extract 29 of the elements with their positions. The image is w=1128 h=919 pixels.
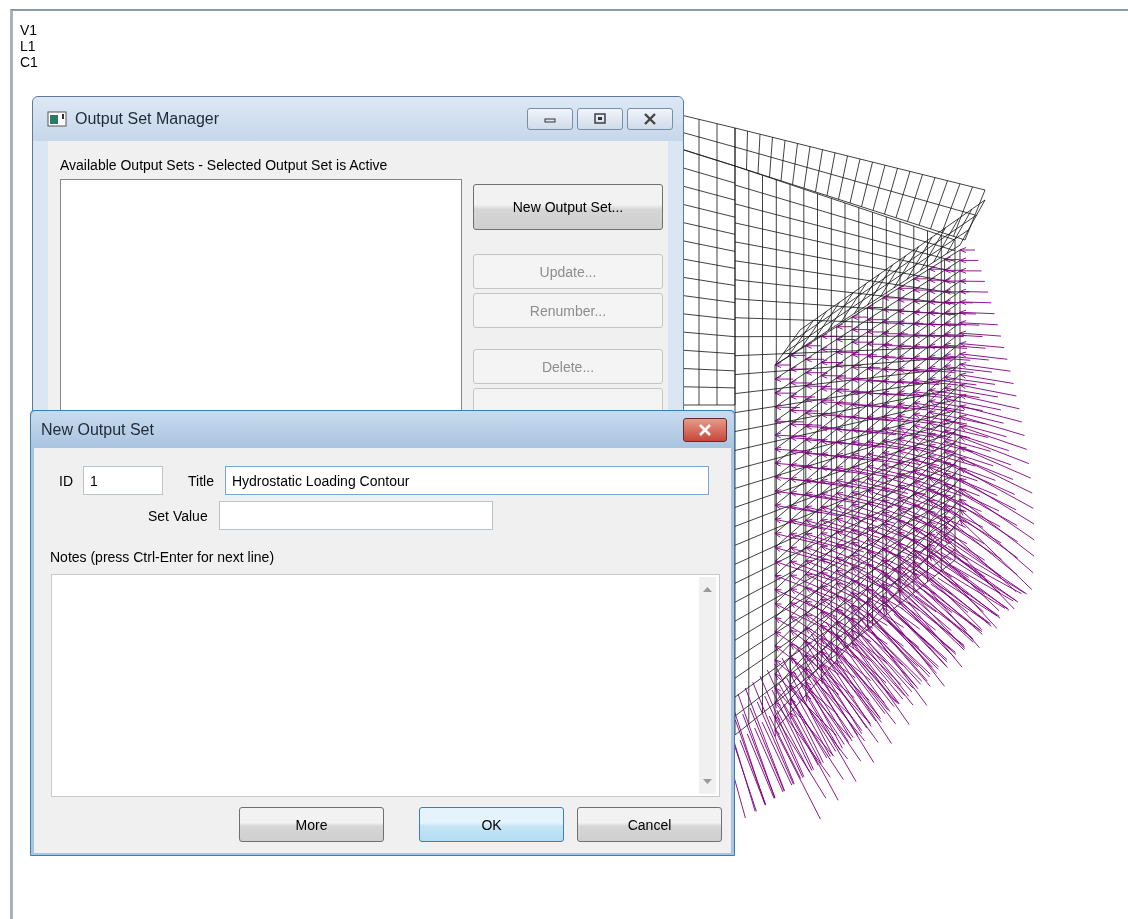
field-label: ID bbox=[59, 472, 73, 489]
set-value-field[interactable] bbox=[218, 501, 493, 530]
maximize-button[interactable] bbox=[577, 108, 623, 130]
dialog-button[interactable]: Cancel bbox=[577, 807, 722, 842]
window-title: New Output Set bbox=[41, 420, 154, 439]
field-label: Title bbox=[188, 472, 214, 489]
scrollbar[interactable] bbox=[699, 577, 716, 794]
scroll-down-icon bbox=[703, 779, 712, 784]
dialog-button[interactable]: More bbox=[239, 807, 384, 842]
notes-label: Notes (press Ctrl-Enter for next line) bbox=[50, 549, 276, 565]
title-field[interactable]: Hydrostatic Loading Contour bbox=[224, 466, 709, 495]
close-icon bbox=[697, 423, 713, 436]
list-label: Available Output Sets - Selected Output Set is Active bbox=[60, 157, 389, 173]
window-title: Output Set Manager bbox=[75, 110, 220, 128]
close-button[interactable] bbox=[683, 417, 727, 442]
notes-field[interactable] bbox=[51, 574, 720, 797]
view-label: V1 bbox=[20, 22, 38, 38]
app-icon bbox=[47, 111, 67, 127]
dialog-button[interactable]: New Output Set... bbox=[473, 184, 663, 230]
scroll-up-icon bbox=[703, 587, 712, 592]
view-label: L1 bbox=[20, 38, 37, 54]
maximize-icon bbox=[593, 113, 607, 125]
field-label: Set Value bbox=[148, 507, 208, 524]
minimize-button[interactable] bbox=[527, 108, 573, 130]
dialog-button[interactable]: OK bbox=[419, 807, 564, 842]
id-field[interactable]: 1 bbox=[83, 466, 163, 495]
close-icon bbox=[642, 113, 658, 125]
view-label: C1 bbox=[20, 54, 38, 70]
close-button[interactable] bbox=[627, 108, 673, 130]
